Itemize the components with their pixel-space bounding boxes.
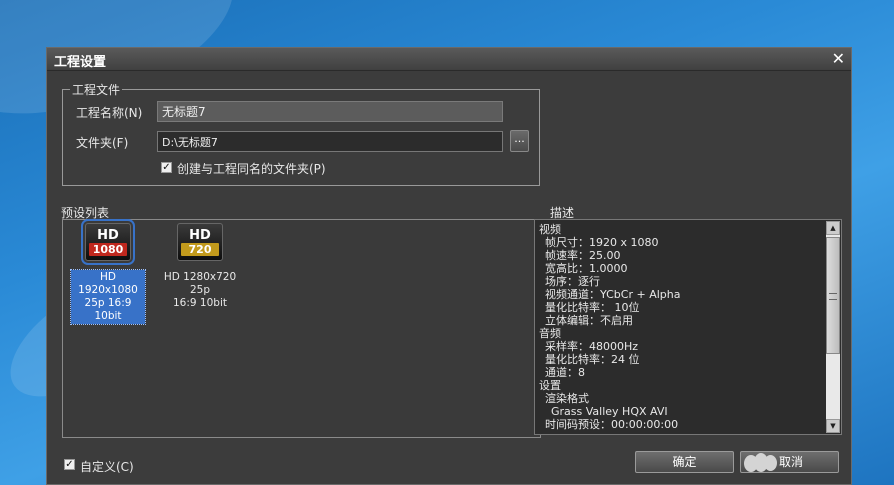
hd720-icon: HD 720: [177, 223, 223, 261]
cancel-label: 取消: [779, 455, 804, 469]
description-line: 帧速率：25.00: [545, 249, 621, 262]
resolution-badge: 720: [181, 243, 219, 256]
project-name-input[interactable]: [157, 101, 503, 122]
preset-label-line1: HD 1280x720 25p: [163, 271, 237, 296]
description-line: 宽高比：1.0000: [545, 262, 628, 275]
description-line: 设置: [539, 379, 561, 392]
hd-badge-text: HD: [189, 228, 211, 243]
preset-label-line2: 16:9 10bit: [173, 297, 227, 309]
description-line: 时间码预设：00:00:00:00: [545, 418, 679, 431]
preset-label: HD 1280x720 25p 16:9 10bit: [154, 270, 246, 311]
overlay-blob: [764, 455, 777, 471]
custom-checkbox[interactable]: ✓: [64, 459, 75, 470]
hd1080-icon: HD 1080: [81, 219, 135, 265]
description-panel[interactable]: 视频 帧尺寸：1920 x 1080 帧速率：25.00 宽高比：1.0000 场序：逐…: [534, 219, 842, 435]
cancel-button[interactable]: 取消: [740, 451, 839, 473]
scroll-down-icon[interactable]: ▼: [826, 419, 840, 433]
preset-label: HD 1920x1080 25p 16:9 10bit: [70, 269, 146, 325]
dialog-title: 工程设置: [54, 55, 107, 70]
folder-input[interactable]: [157, 131, 503, 152]
description-line: 采样率：48000Hz: [545, 340, 639, 353]
project-settings-dialog: 工程设置 ✕ 工程文件 工程名称(N) 文件夹(F) ... ✓ 创建与工程同名…: [46, 47, 852, 485]
description-line: 量化比特率：24 位: [545, 353, 640, 366]
title-bar[interactable]: 工程设置 ✕: [47, 48, 851, 71]
description-line: 场序：逐行: [545, 275, 600, 288]
resolution-badge: 1080: [89, 243, 127, 256]
description-line: 立体编辑：不启用: [545, 314, 633, 327]
create-folder-checkbox[interactable]: ✓: [161, 162, 172, 173]
create-folder-label[interactable]: 创建与工程同名的文件夹(P): [177, 160, 326, 177]
description-line: 视频通道：YCbCr + Alpha: [545, 288, 681, 301]
custom-label[interactable]: 自定义(C): [80, 458, 134, 475]
close-icon[interactable]: ✕: [832, 49, 845, 68]
preset-label-line2: 25p 16:9 10bit: [84, 297, 132, 322]
scroll-thumb[interactable]: [826, 237, 840, 354]
description-line: Grass Valley HQX AVI: [551, 405, 668, 418]
description-line: 帧尺寸：1920 x 1080: [545, 236, 659, 249]
project-name-label: 工程名称(N): [76, 106, 143, 120]
preset-list-panel: HD 1080 HD 1920x1080 25p 16:9 10bit HD 7…: [62, 219, 541, 438]
description-line: 视频: [539, 223, 561, 236]
preset-item-1080[interactable]: HD 1080 HD 1920x1080 25p 16:9 10bit: [70, 219, 146, 325]
browse-button[interactable]: ...: [510, 130, 529, 152]
project-file-legend: 工程文件: [70, 81, 123, 98]
folder-label: 文件夹(F): [76, 136, 129, 150]
description-line: 渲染格式: [545, 392, 589, 405]
preset-label-line1: HD 1920x1080: [78, 271, 138, 296]
scroll-up-icon[interactable]: ▲: [826, 221, 840, 235]
description-text: 视频 帧尺寸：1920 x 1080 帧速率：25.00 宽高比：1.0000 场序：逐…: [539, 223, 680, 431]
description-line: 量化比特率： 10位: [545, 301, 640, 314]
grip-icon: [829, 293, 837, 300]
preset-item-720[interactable]: HD 720 HD 1280x720 25p 16:9 10bit: [154, 223, 246, 311]
description-line: 音频: [539, 327, 561, 340]
description-line: 通道：8: [545, 366, 585, 379]
hd-badge-text: HD: [97, 228, 119, 243]
description-scrollbar[interactable]: ▲ ▼: [826, 221, 840, 433]
ok-button[interactable]: 确定: [635, 451, 734, 473]
